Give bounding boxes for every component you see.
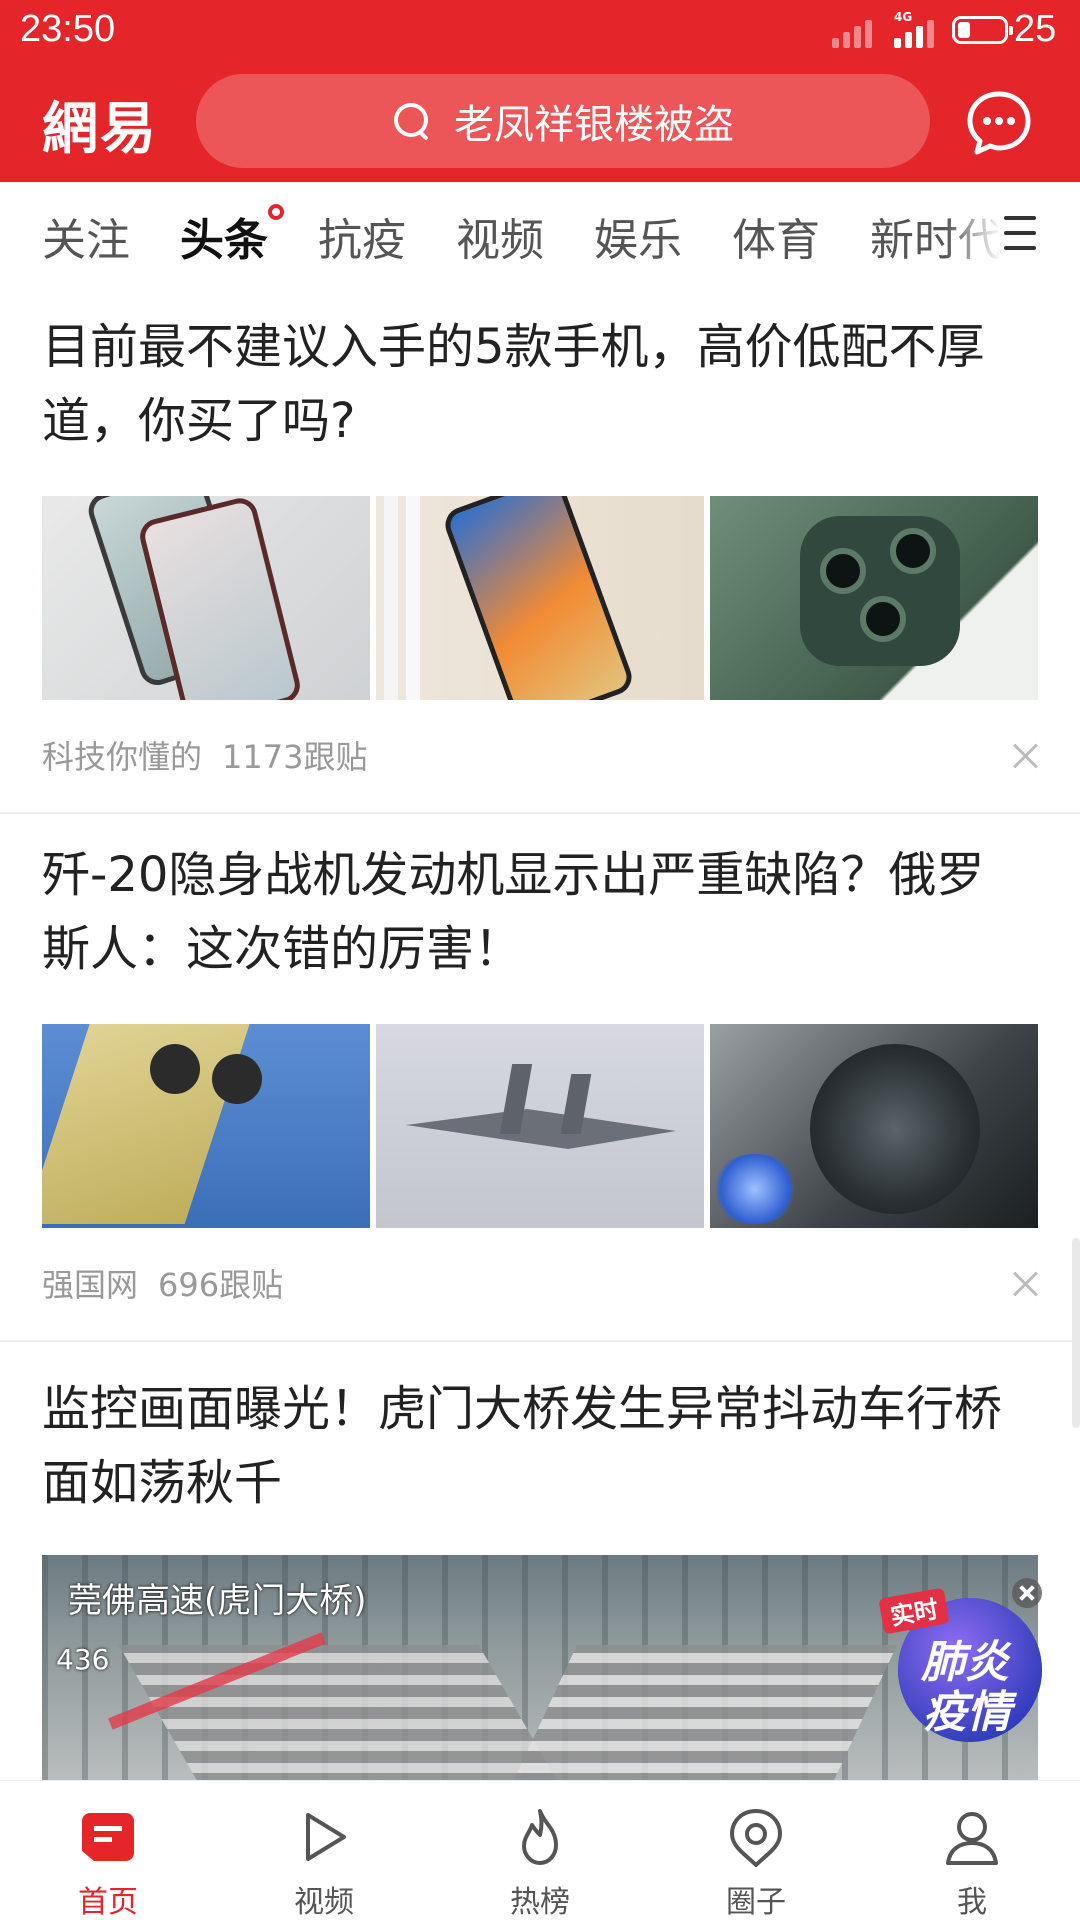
message-icon[interactable]	[966, 90, 1032, 156]
article-title[interactable]: 监控画面曝光！虎门大桥发生异常抖动车行桥面如荡秋千	[42, 1372, 1032, 1520]
article-image[interactable]	[710, 496, 1038, 700]
article-image[interactable]	[376, 496, 704, 700]
article-image[interactable]	[42, 1024, 370, 1228]
new-dot-icon	[268, 204, 284, 220]
article-meta: 科技你懂的 1173跟贴	[42, 732, 367, 778]
divider	[0, 812, 1080, 814]
tab-sports[interactable]: 体育	[732, 204, 820, 268]
search-hot-word: 老凤祥银楼被盗	[454, 102, 734, 148]
badge-line3: 疫情	[923, 1687, 1018, 1738]
signal-4g-icon	[894, 14, 934, 48]
article-comments[interactable]: 696跟贴	[158, 1266, 283, 1304]
tab-headlines-label: 头条	[180, 215, 268, 266]
tab-follow[interactable]: 关注	[42, 204, 130, 268]
search-bar[interactable]: 老凤祥银楼被盗	[196, 74, 930, 168]
nav-hot-list[interactable]: 热榜	[432, 1781, 648, 1920]
search-icon	[392, 101, 432, 141]
badge-line2: 肺炎	[920, 1637, 1012, 1688]
article-title[interactable]: 歼-20隐身战机发动机显示出严重缺陷？俄罗斯人：这次错的厉害！	[42, 838, 1032, 986]
epidemic-badge[interactable]: 实时 肺炎 疫情	[875, 1585, 1045, 1745]
article-image[interactable]	[42, 496, 370, 700]
dismiss-close-icon[interactable]	[1012, 1270, 1040, 1298]
bottom-nav: 首页 视频 热榜 圈子 我	[0, 1780, 1080, 1920]
badge-close-icon[interactable]	[1012, 1578, 1042, 1608]
article-meta: 强国网 696跟贴	[42, 1260, 283, 1306]
user-icon	[946, 1812, 998, 1865]
dismiss-close-icon[interactable]	[1012, 742, 1040, 770]
top-header: 23:50 4G 25 網易 老凤祥银楼被盗	[0, 0, 1080, 182]
netease-logo[interactable]: 網易	[42, 84, 158, 165]
article-source: 科技你懂的	[42, 738, 203, 776]
tab-video[interactable]: 视频	[456, 204, 544, 268]
battery-level: 25	[1014, 8, 1057, 50]
status-bar: 23:50 4G 25	[0, 0, 1080, 62]
nav-circle[interactable]: 圈子	[648, 1781, 864, 1920]
tab-anti-epidemic[interactable]: 抗疫	[318, 204, 406, 268]
nav-hot-list-label: 热榜	[510, 1885, 570, 1920]
article-images[interactable]	[42, 1024, 1038, 1228]
flame-icon	[522, 1809, 558, 1865]
nav-home[interactable]: 首页	[0, 1781, 216, 1920]
nav-me[interactable]: 我	[864, 1781, 1080, 1920]
tab-entertainment[interactable]: 娱乐	[594, 204, 682, 268]
nav-video[interactable]: 视频	[216, 1781, 432, 1920]
article-comments[interactable]: 1173跟贴	[222, 738, 367, 776]
article-image[interactable]	[376, 1024, 704, 1228]
battery-icon	[952, 16, 1013, 44]
channel-tabs: 关注 头条 抗疫 视频 娱乐 体育 新时代	[0, 182, 1080, 286]
signal-icon	[832, 14, 872, 48]
article-image[interactable]	[710, 1024, 1038, 1228]
video-overlay-text: 莞佛高速(虎门大桥)	[68, 1581, 367, 1621]
nav-me-label: 我	[957, 1885, 987, 1920]
article-title[interactable]: 目前最不建议入手的5款手机，高价低配不厚道，你买了吗?	[42, 310, 1032, 458]
play-icon	[306, 1813, 346, 1861]
nav-home-label: 首页	[78, 1885, 138, 1920]
tab-headlines[interactable]: 头条	[180, 204, 284, 268]
video-overlay-number: 436	[56, 1643, 110, 1676]
divider	[0, 1340, 1080, 1342]
nav-video-label: 视频	[294, 1885, 354, 1920]
home-icon	[82, 1813, 134, 1861]
nav-circle-label: 圈子	[726, 1885, 786, 1920]
circle-icon	[729, 1808, 783, 1867]
article-images[interactable]	[42, 496, 1038, 700]
tabs-menu-icon[interactable]	[1004, 216, 1036, 250]
status-time: 23:50	[20, 8, 116, 50]
scrollbar[interactable]	[1072, 1238, 1080, 1428]
article-source: 强国网	[42, 1266, 139, 1304]
